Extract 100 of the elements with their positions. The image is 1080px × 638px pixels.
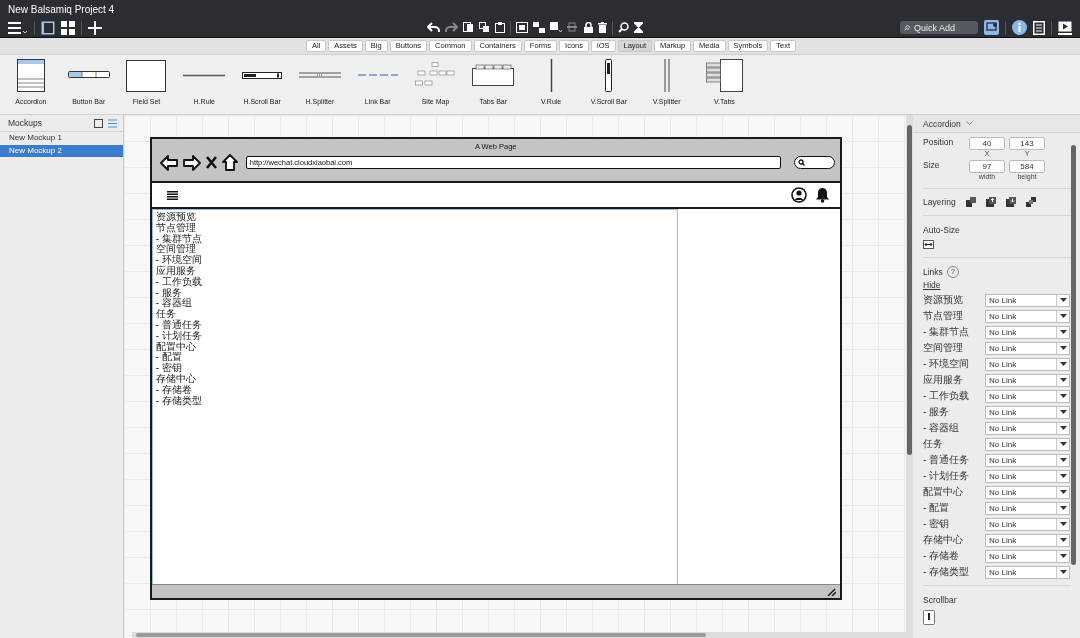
accordion-item[interactable]: 配置中心 [155,341,196,353]
scrollbar-toggle-icon[interactable] [923,610,935,625]
menu-icon [166,190,178,200]
inspector-title[interactable]: Accordion [923,118,961,129]
plus-icon[interactable] [88,20,102,35]
link-dropdown[interactable]: No Link [985,485,1070,499]
vertical-tabs-thumbnail-icon[interactable] [705,58,743,92]
link-dropdown[interactable]: No Link [985,357,1070,371]
accordion-item[interactable]: 空间管理 [155,244,196,256]
link-label: - 密钥 [923,517,951,531]
copy-icon[interactable] [463,22,474,33]
tabs-bar-thumbnail-icon[interactable] [472,64,515,86]
accordion-item[interactable]: - 存储卷 [155,384,192,396]
info-icon[interactable] [1012,20,1027,35]
accordion-item[interactable]: 节点管理 [155,222,196,234]
width-field[interactable]: 97 [969,160,1005,173]
lock-icon[interactable] [584,22,593,33]
trash-icon[interactable] [598,22,607,33]
site-map-thumbnail-icon[interactable] [415,62,456,88]
link-dropdown[interactable]: No Link [985,405,1070,419]
accordion-item[interactable]: - 工作负载 [155,276,202,288]
grid-view-icon[interactable] [61,20,75,35]
link-dropdown[interactable]: No Link [985,469,1070,483]
link-dropdown[interactable]: No Link [985,325,1070,339]
ungroup-icon[interactable] [533,22,545,33]
link-dropdown[interactable]: No Link [985,501,1070,515]
auto-size-width-icon[interactable] [923,240,934,249]
field-set-thumbnail-icon[interactable] [126,58,167,92]
x-field[interactable]: 40 [969,137,1005,150]
horizontal-rule-icon[interactable] [183,73,226,77]
accordion-item[interactable]: 应用服务 [155,266,196,277]
accordion-thumbnail-icon[interactable] [16,58,45,92]
link-dropdown[interactable]: No Link [985,565,1070,579]
link-label: - 配置 [923,501,951,515]
panel-title: Mockups [8,118,42,128]
play-icon[interactable] [1058,20,1072,35]
link-dropdown[interactable]: No Link [985,453,1070,467]
link-dropdown[interactable]: No Link [985,309,1070,323]
accordion-item[interactable]: - 计划任务 [155,330,202,342]
accordion-item[interactable]: - 环境空间 [155,255,202,266]
send-to-back-icon[interactable] [1025,197,1036,207]
link-dropdown[interactable]: No Link [985,389,1070,403]
accordion-item[interactable]: - 配置 [155,352,182,364]
accordion-item[interactable]: - 容器组 [155,298,192,310]
link-dropdown[interactable]: No Link [985,341,1070,355]
redo-icon[interactable] [445,22,458,33]
dropdown-arrow-icon [1059,554,1067,558]
undo-icon[interactable] [427,22,440,33]
accordion-item[interactable]: 任务 [155,309,176,320]
link-dropdown[interactable]: No Link [985,517,1070,531]
send-backward-icon[interactable] [1005,197,1016,207]
forward-arrow-icon [182,154,201,171]
link-bar-thumbnail-icon[interactable] [357,73,398,77]
layering-label: Layering [923,197,956,207]
link-dropdown[interactable]: No Link [985,293,1070,307]
link-label: 空间管理 [923,341,964,355]
vertical-rule-icon[interactable] [549,58,553,92]
group-icon[interactable] [516,22,528,33]
duplicate-icon[interactable] [479,22,490,33]
link-dropdown[interactable]: No Link [985,421,1070,435]
menu-icon[interactable] [8,20,28,35]
link-label: 节点管理 [923,309,964,323]
accordion-item[interactable]: 资源预览 [155,212,196,223]
scrollbar-label: Scrollbar [923,595,957,605]
vertical-scrollbar-icon[interactable] [605,58,613,92]
accordion-item[interactable]: - 密钥 [155,363,182,374]
hourglass-icon[interactable] [634,22,643,33]
link-dropdown[interactable]: No Link [985,437,1070,451]
dropdown-arrow-icon [1059,538,1067,542]
y-field[interactable]: 143 [1009,137,1045,150]
horizontal-scrollbar-icon[interactable] [242,71,283,79]
mockup-list-item[interactable]: New Mockup 1 [0,132,123,145]
hide-link[interactable]: Hide [923,280,941,290]
link-dropdown[interactable]: No Link [985,549,1070,563]
single-view-icon[interactable] [41,20,55,35]
square-view-icon[interactable] [93,118,103,128]
chevron-down-icon[interactable] [965,121,973,126]
accordion-item[interactable]: - 普通任务 [155,319,202,331]
link-dropdown[interactable]: No Link [985,533,1070,547]
button-bar-thumbnail-icon[interactable] [67,71,110,79]
horizontal-scrollbar[interactable] [131,632,906,638]
quick-add-field[interactable]: Quick Add [900,21,978,34]
list-view-icon[interactable] [107,118,117,128]
auto-size-label: Auto-Size [923,225,960,235]
clipboard-icon[interactable] [495,22,505,33]
bring-forward-icon[interactable] [985,197,996,207]
mockup-list-item[interactable]: New Mockup 2 [0,144,123,157]
document-icon[interactable] [1033,20,1045,35]
bring-to-front-icon[interactable] [965,197,976,207]
link-label: 应用服务 [923,373,964,387]
link-label: - 存储卷 [923,549,961,563]
search-icon[interactable] [618,22,629,33]
vertical-scrollbar[interactable] [906,115,913,638]
height-field[interactable]: 584 [1009,160,1045,173]
link-dropdown[interactable]: No Link [985,373,1070,387]
search-icon [904,22,910,33]
dropdown-arrow-icon [1059,442,1067,446]
accordion-item[interactable]: 存储中心 [155,373,196,385]
accordion-item[interactable]: - 集群节点 [155,233,202,245]
accordion-item[interactable]: - 存储类型 [155,395,202,407]
